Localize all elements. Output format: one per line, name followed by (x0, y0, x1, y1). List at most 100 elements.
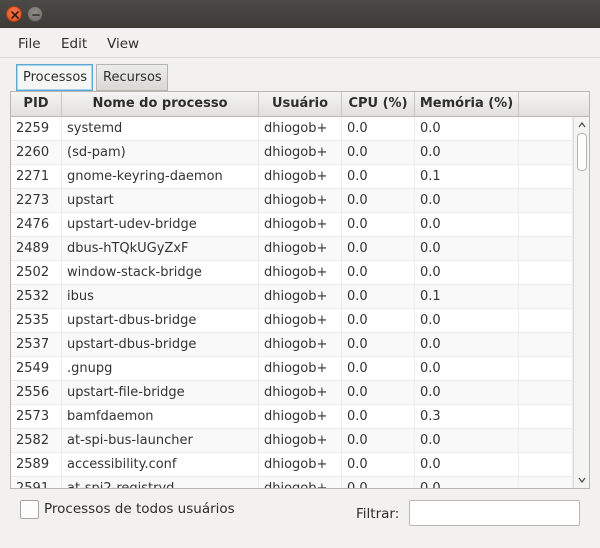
table-row[interactable]: 2582 at-spi-bus-launcher dhiogob+ 0.0 0.0 (11, 429, 573, 453)
table-row[interactable]: 2489 dbus-hTQkUGyZxF dhiogob+ 0.0 0.0 (11, 237, 573, 261)
user-cell: dhiogob+ (259, 285, 342, 309)
pid-cell: 2537 (11, 333, 62, 357)
filler-cell (519, 477, 573, 488)
column-header-name[interactable]: Nome do processo (62, 92, 259, 117)
process-name-cell: upstart-udev-bridge (62, 213, 259, 237)
filler-cell (519, 405, 573, 429)
pid-cell: 2556 (11, 381, 62, 405)
menu-view[interactable]: View (107, 36, 139, 52)
user-cell: dhiogob+ (259, 381, 342, 405)
table-row[interactable]: 2535 upstart-dbus-bridge dhiogob+ 0.0 0.0 (11, 309, 573, 333)
process-name-cell: upstart-file-bridge (62, 381, 259, 405)
cpu-cell: 0.0 (342, 477, 415, 488)
all-users-label: Processos de todos usuários (44, 501, 235, 517)
filler-cell (519, 141, 573, 165)
user-cell: dhiogob+ (259, 429, 342, 453)
memory-cell: 0.0 (415, 477, 519, 488)
table-row[interactable]: 2260 (sd-pam) dhiogob+ 0.0 0.0 (11, 141, 573, 165)
table-row[interactable]: 2556 upstart-file-bridge dhiogob+ 0.0 0.0 (11, 381, 573, 405)
user-cell: dhiogob+ (259, 189, 342, 213)
cpu-cell: 0.0 (342, 333, 415, 357)
user-cell: dhiogob+ (259, 309, 342, 333)
column-header-pid[interactable]: PID (11, 92, 62, 117)
column-header-user[interactable]: Usuário (259, 92, 342, 117)
memory-cell: 0.0 (415, 213, 519, 237)
pid-cell: 2502 (11, 261, 62, 285)
user-cell: dhiogob+ (259, 477, 342, 488)
process-name-cell: dbus-hTQkUGyZxF (62, 237, 259, 261)
scrollbar-thumb[interactable] (577, 133, 587, 171)
tab-processos[interactable]: Processos (16, 64, 93, 91)
table-row[interactable]: 2502 window-stack-bridge dhiogob+ 0.0 0.0 (11, 261, 573, 285)
filler-cell (519, 165, 573, 189)
pid-cell: 2260 (11, 141, 62, 165)
table-row[interactable]: 2573 bamfdaemon dhiogob+ 0.0 0.3 (11, 405, 573, 429)
memory-cell: 0.0 (415, 141, 519, 165)
filler-cell (519, 357, 573, 381)
process-name-cell: ibus (62, 285, 259, 309)
user-cell: dhiogob+ (259, 261, 342, 285)
table-body: 2259 systemd dhiogob+ 0.0 0.0 2260 (sd-pam) dhi… (11, 117, 573, 488)
column-header-memory[interactable]: Memória (%) (415, 92, 519, 117)
menu-file[interactable]: File (18, 36, 41, 52)
filter-label: Filtrar: (356, 506, 400, 522)
table-row[interactable]: 2259 systemd dhiogob+ 0.0 0.0 (11, 117, 573, 141)
memory-cell: 0.0 (415, 117, 519, 141)
process-table: PID Nome do processo Usuário CPU (%) Mem… (10, 91, 590, 489)
table-row[interactable]: 2537 upstart-dbus-bridge dhiogob+ 0.0 0.0 (11, 333, 573, 357)
cpu-cell: 0.0 (342, 189, 415, 213)
user-cell: dhiogob+ (259, 405, 342, 429)
process-name-cell: window-stack-bridge (62, 261, 259, 285)
cpu-cell: 0.0 (342, 117, 415, 141)
minimize-window-button[interactable] (27, 6, 43, 22)
table-row[interactable]: 2549 .gnupg dhiogob+ 0.0 0.0 (11, 357, 573, 381)
column-header-cpu[interactable]: CPU (%) (342, 92, 415, 117)
process-name-cell: upstart (62, 189, 259, 213)
process-name-cell: upstart-dbus-bridge (62, 309, 259, 333)
filler-cell (519, 429, 573, 453)
pid-cell: 2535 (11, 309, 62, 333)
process-name-cell: (sd-pam) (62, 141, 259, 165)
process-name-cell: accessibility.conf (62, 453, 259, 477)
pid-cell: 2273 (11, 189, 62, 213)
column-header-filler (519, 92, 589, 117)
filler-cell (519, 309, 573, 333)
memory-cell: 0.0 (415, 429, 519, 453)
close-window-button[interactable] (6, 6, 22, 22)
table-row[interactable]: 2532 ibus dhiogob+ 0.0 0.1 (11, 285, 573, 309)
all-users-checkbox[interactable] (20, 500, 39, 519)
tab-recursos[interactable]: Recursos (96, 64, 168, 91)
close-icon (11, 11, 19, 19)
memory-cell: 0.0 (415, 381, 519, 405)
user-cell: dhiogob+ (259, 237, 342, 261)
menu-bar: File Edit View (0, 28, 600, 58)
table-row[interactable]: 2273 upstart dhiogob+ 0.0 0.0 (11, 189, 573, 213)
scroll-up-arrow-icon[interactable] (577, 120, 587, 130)
pid-cell: 2259 (11, 117, 62, 141)
cpu-cell: 0.0 (342, 309, 415, 333)
user-cell: dhiogob+ (259, 333, 342, 357)
process-name-cell: at-spi-bus-launcher (62, 429, 259, 453)
pid-cell: 2271 (11, 165, 62, 189)
filter-input[interactable] (409, 500, 580, 526)
pid-cell: 2476 (11, 213, 62, 237)
cpu-cell: 0.0 (342, 357, 415, 381)
scroll-down-arrow-icon[interactable] (577, 475, 587, 485)
cpu-cell: 0.0 (342, 141, 415, 165)
memory-cell: 0.0 (415, 357, 519, 381)
vertical-scrollbar[interactable] (573, 117, 589, 488)
title-bar[interactable] (0, 0, 600, 28)
table-row[interactable]: 2271 gnome-keyring-daemon dhiogob+ 0.0 0.1 (11, 165, 573, 189)
memory-cell: 0.1 (415, 165, 519, 189)
filler-cell (519, 381, 573, 405)
pid-cell: 2532 (11, 285, 62, 309)
table-row[interactable]: 2589 accessibility.conf dhiogob+ 0.0 0.0 (11, 453, 573, 477)
memory-cell: 0.1 (415, 285, 519, 309)
process-name-cell: systemd (62, 117, 259, 141)
table-row[interactable]: 2476 upstart-udev-bridge dhiogob+ 0.0 0.0 (11, 213, 573, 237)
process-name-cell: bamfdaemon (62, 405, 259, 429)
table-row[interactable]: 2591 at-spi2-registryd dhiogob+ 0.0 0.0 (11, 477, 573, 488)
user-cell: dhiogob+ (259, 453, 342, 477)
menu-edit[interactable]: Edit (61, 36, 87, 52)
user-cell: dhiogob+ (259, 165, 342, 189)
